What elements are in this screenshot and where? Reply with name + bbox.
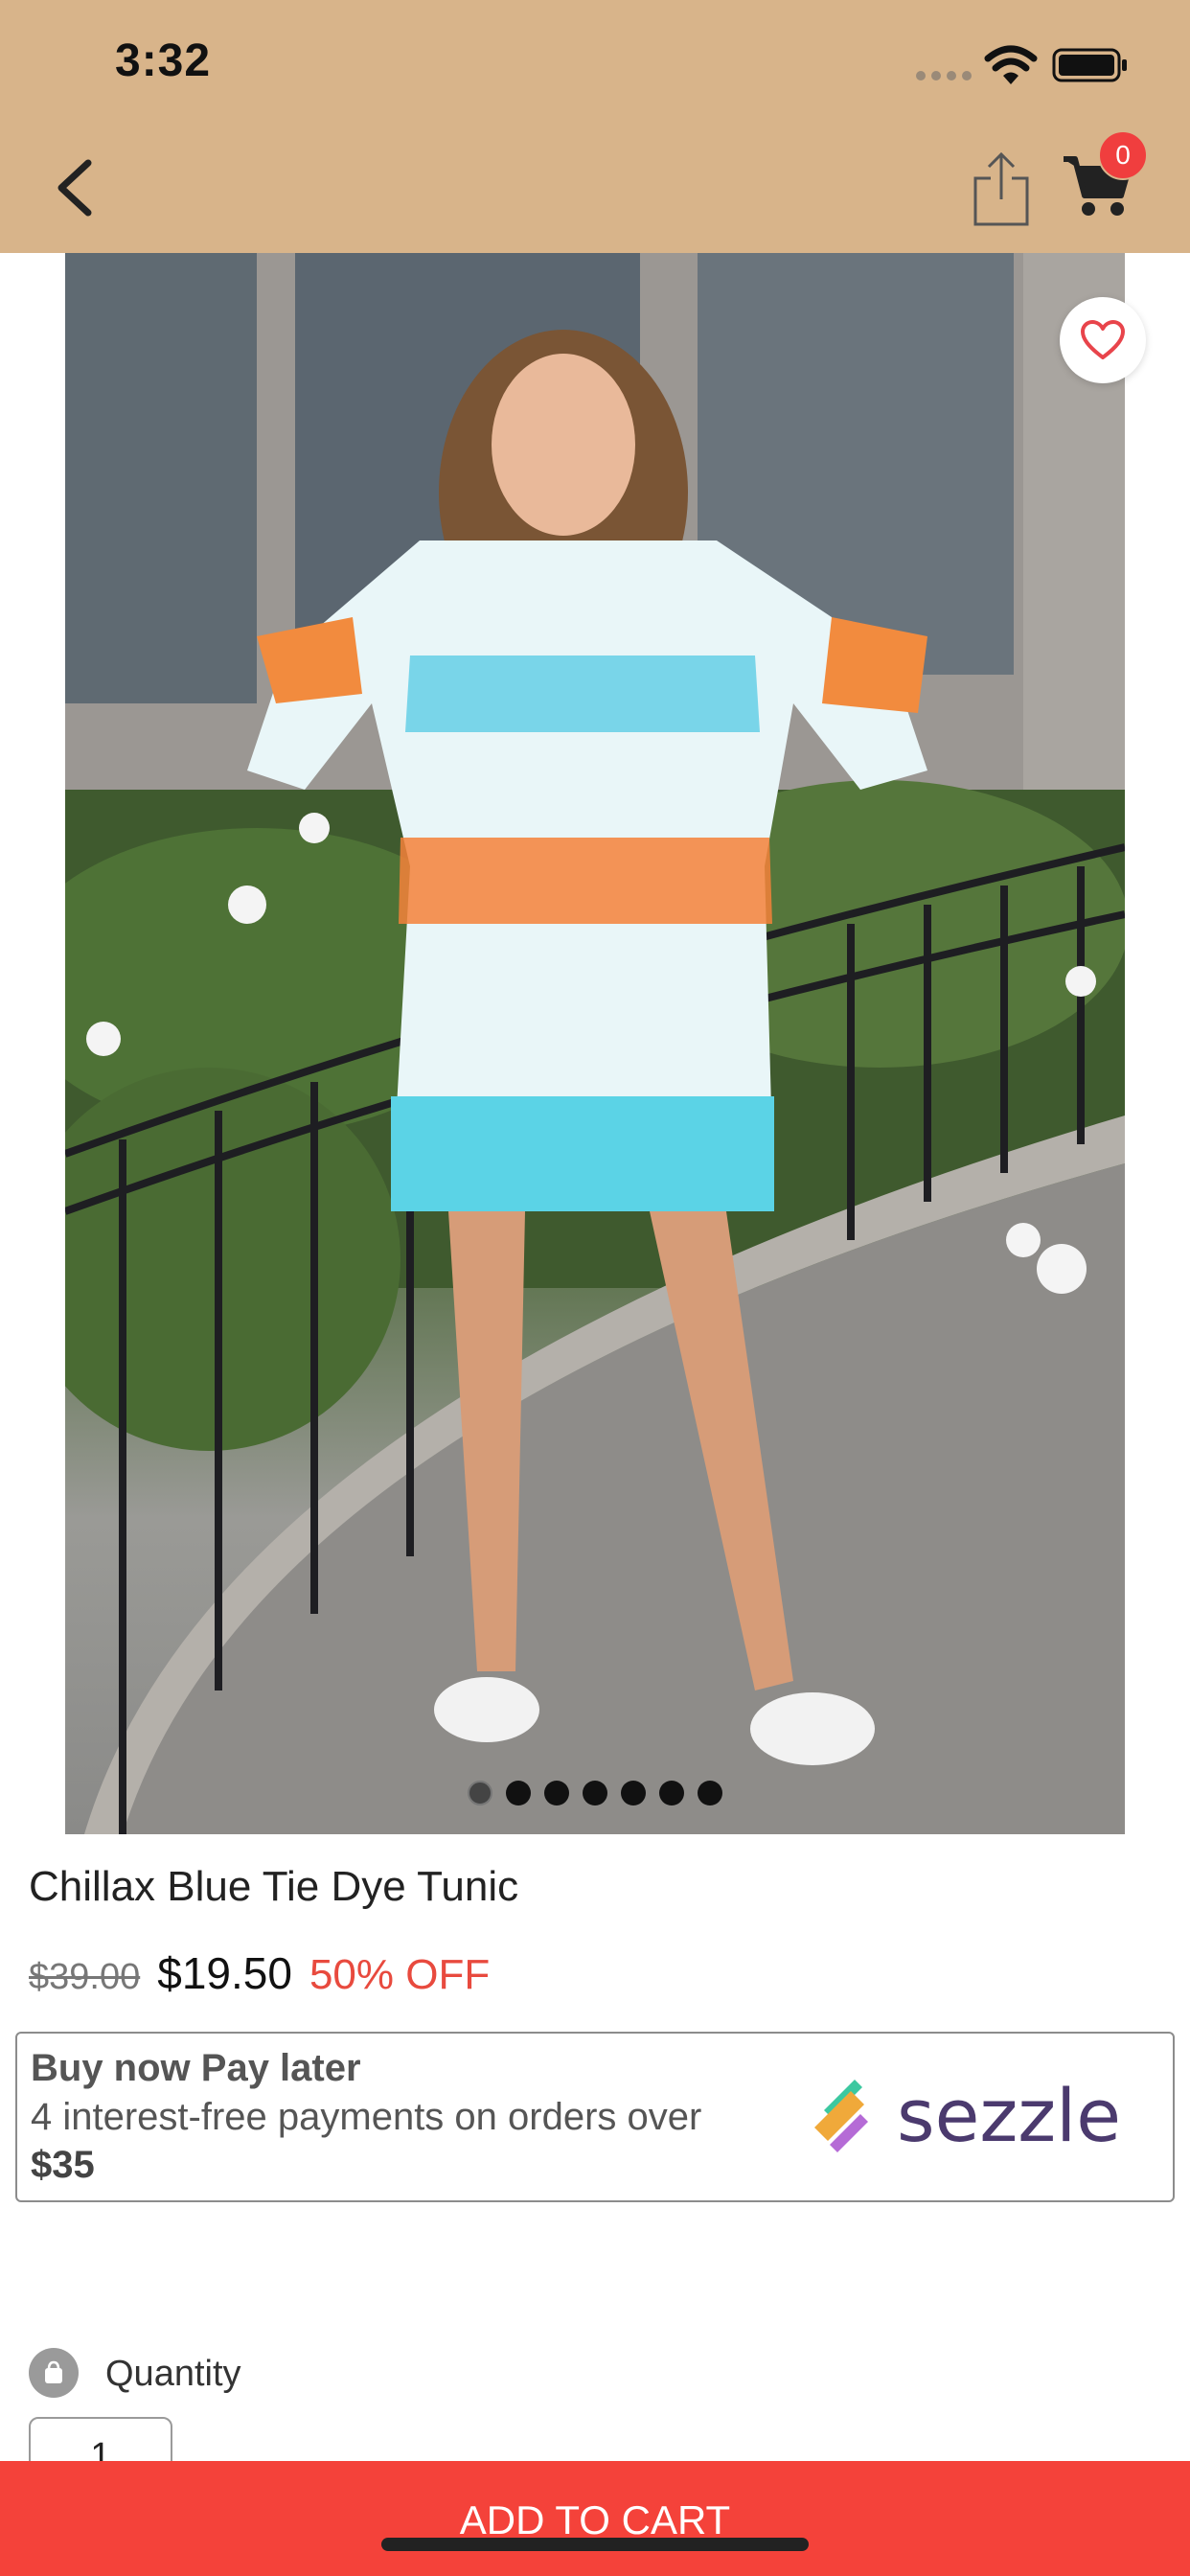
bag-icon xyxy=(45,2360,62,2383)
heart-outline-icon xyxy=(1081,320,1125,359)
sezzle-heading: Buy now Pay later xyxy=(31,2047,361,2089)
sezzle-promo[interactable]: Buy now Pay later 4 interest-free paymen… xyxy=(15,2032,1175,2202)
product-title: Chillax Blue Tie Dye Tunic xyxy=(29,1863,519,1910)
pagination-dot[interactable] xyxy=(698,1781,722,1806)
product-image[interactable] xyxy=(65,253,1125,1834)
share-button[interactable] xyxy=(970,150,1033,230)
pagination-dot[interactable] xyxy=(468,1781,492,1806)
chevron-left-icon xyxy=(57,159,92,217)
pagination-dot[interactable] xyxy=(659,1781,684,1806)
discount-label: 50% OFF xyxy=(309,1951,491,1998)
home-indicator[interactable] xyxy=(381,2538,809,2551)
pagination-dot[interactable] xyxy=(544,1781,569,1806)
pagination-dot[interactable] xyxy=(583,1781,607,1806)
quantity-label: Quantity xyxy=(105,2354,241,2394)
pagination-dot[interactable] xyxy=(506,1781,531,1806)
share-icon xyxy=(973,151,1029,226)
sezzle-line: 4 interest-free payments on orders over xyxy=(31,2096,702,2138)
wishlist-button[interactable] xyxy=(1060,297,1146,383)
back-button[interactable] xyxy=(48,150,105,226)
cart-count-badge: 0 xyxy=(1098,130,1148,180)
sale-price: $19.50 xyxy=(157,1948,292,1998)
sezzle-description: 4 interest-free payments on orders over … xyxy=(31,2093,759,2189)
product-photo-illustration xyxy=(65,253,1125,1834)
sezzle-threshold: $35 xyxy=(31,2144,95,2186)
status-time: 3:32 xyxy=(115,35,212,86)
price-row: $39.00 $19.50 50% OFF xyxy=(29,1947,490,1999)
add-to-cart-button[interactable]: ADD TO CART xyxy=(0,2461,1190,2576)
add-to-cart-label: ADD TO CART xyxy=(459,2497,731,2542)
battery-icon xyxy=(1052,48,1127,82)
top-bar: 3:32 0 xyxy=(0,0,1190,253)
wifi-icon xyxy=(984,45,1038,84)
sezzle-logo: sezzle xyxy=(814,2073,1121,2158)
quantity-icon xyxy=(29,2348,79,2398)
sezzle-logo-text: sezzle xyxy=(897,2073,1121,2158)
cellular-signal-icon xyxy=(916,71,972,80)
image-pagination xyxy=(468,1781,722,1806)
pagination-dot[interactable] xyxy=(621,1781,646,1806)
original-price: $39.00 xyxy=(29,1957,141,1997)
